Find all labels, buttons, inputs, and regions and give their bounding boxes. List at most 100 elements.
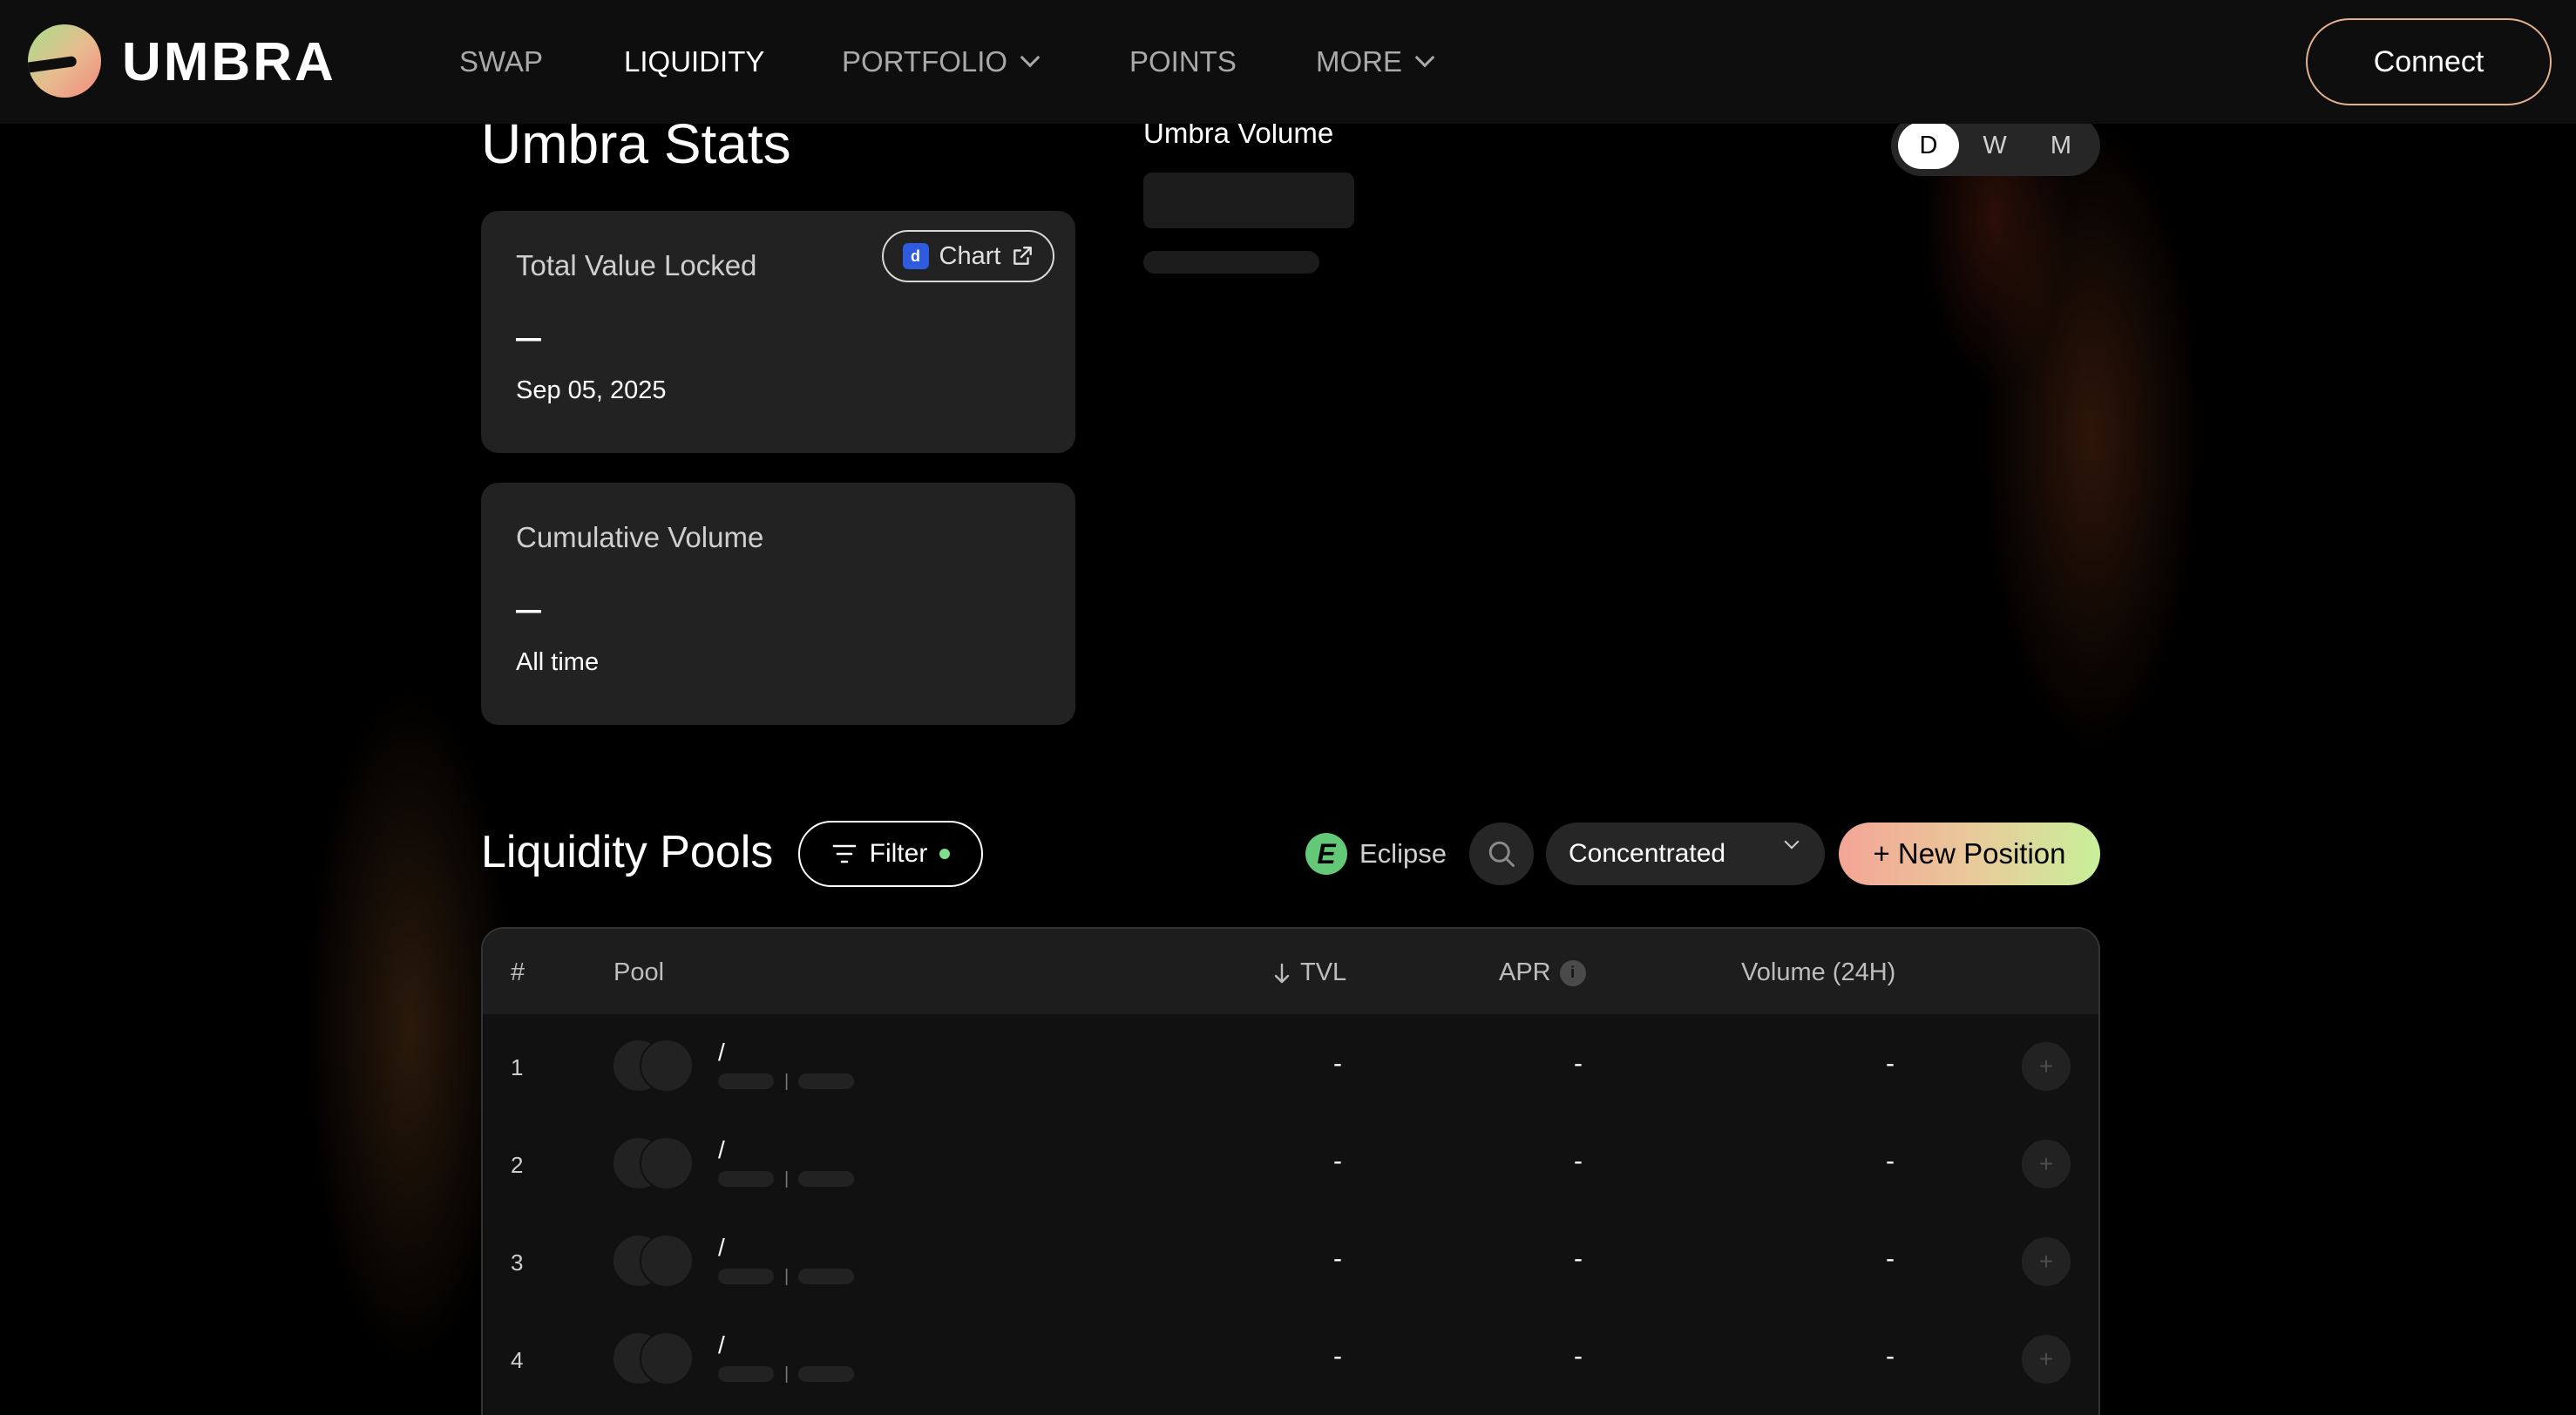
pool-tvl: - [1333,1049,1342,1078]
pool-tag-separator: | [784,1267,790,1286]
chevron-down-icon [1784,834,1800,850]
token-b-icon [640,1039,694,1093]
pool-volume: - [1886,1244,1895,1273]
pool-apr: - [1574,1049,1583,1078]
pool-tag-skeleton [718,1073,774,1089]
pool-tag-skeleton [718,1171,774,1187]
pool-tag-separator: | [784,1072,790,1091]
pool-tvl: - [1333,1147,1342,1175]
col-volume[interactable]: Volume (24H) [1741,958,1895,987]
eclipse-icon: E [1305,833,1347,875]
connect-button[interactable]: Connect [2306,18,2552,105]
plus-icon: + [2038,1345,2054,1372]
row-number: 1 [511,1054,524,1080]
nav-more-label: MORE [1316,45,1402,78]
network-selector[interactable]: E Eclipse [1305,826,1447,882]
pool-apr: - [1574,1147,1583,1175]
nav-points-label: POINTS [1129,45,1237,78]
col-tvl-label: TVL [1300,958,1347,986]
nav-swap[interactable]: SWAP [459,45,543,78]
pools-title: Liquidity Pools [481,827,774,877]
pool-tag-skeleton [798,1366,854,1382]
plus-icon: + [2038,1150,2054,1177]
col-apr-label: APR [1499,958,1551,986]
table-row[interactable]: 4 / | - - - + [483,1307,2098,1405]
col-num: # [511,958,525,986]
search-button[interactable] [1469,823,1534,885]
new-position-button[interactable]: + New Position [1839,823,2100,885]
col-tvl[interactable]: TVL [1272,958,1346,987]
pool-tvl: - [1333,1342,1342,1371]
nav-portfolio[interactable]: PORTFOLIO [842,45,1041,78]
chart-provider-icon: d [902,243,929,269]
pool-pair: / [718,1234,725,1261]
range-toggle: D W M [1891,115,2100,176]
pool-pair: / [718,1039,725,1066]
cumulative-volume-label: Cumulative Volume [516,521,764,553]
pool-type-select[interactable]: Concentrated [1546,823,1825,885]
pool-tvl: - [1333,1244,1342,1273]
pool-tag-skeleton [798,1073,854,1089]
pool-tag-skeleton [798,1269,854,1284]
pool-volume: - [1886,1049,1895,1078]
network-label: Eclipse [1359,838,1447,869]
pool-tag-separator: | [784,1364,790,1384]
external-link-icon [1013,247,1033,265]
pool-volume: - [1886,1342,1895,1371]
filter-button[interactable]: Filter [798,821,983,887]
pool-pair: / [718,1331,725,1358]
table-row[interactable]: 2 / | - - - + [483,1112,2098,1209]
row-number: 4 [511,1347,524,1373]
tvl-chart-button[interactable]: d Chart [882,230,1054,282]
tvl-card: Total Value Locked d Chart – Sep 05, 202… [481,211,1075,453]
tvl-value: – [516,311,541,362]
nav-liquidity[interactable]: LIQUIDITY [624,45,764,78]
token-b-icon [640,1136,694,1190]
pool-tag-separator: | [784,1169,790,1188]
arrow-down-icon [1274,963,1290,983]
cumulative-volume-card: Cumulative Volume – All time [481,483,1075,725]
pool-pair: / [718,1136,725,1163]
filter-label: Filter [869,839,928,868]
table-row[interactable]: 3 / | - - - + [483,1209,2098,1307]
plus-icon: + [2038,1053,2054,1080]
pool-tag-skeleton [718,1366,774,1382]
search-icon [1488,841,1515,867]
plus-icon: + [2038,1248,2054,1275]
row-number: 3 [511,1249,524,1276]
range-month[interactable]: M [2030,122,2091,169]
pool-tag-skeleton [798,1171,854,1187]
token-b-icon [640,1331,694,1385]
pools-table: # Pool TVL APR i Volume (24H) 1 / | - - … [481,927,2100,1415]
filter-active-dot [939,849,951,859]
pool-volume: - [1886,1147,1895,1175]
range-day[interactable]: D [1898,122,1959,169]
table-row[interactable]: 1 / | - - - + [483,1014,2098,1112]
chevron-down-icon [1414,47,1435,68]
filter-icon [832,844,856,863]
row-number: 2 [511,1152,524,1178]
pool-apr: - [1574,1342,1583,1371]
pool-tag-skeleton [718,1269,774,1284]
logo-icon[interactable] [28,24,101,98]
chart-button-label: Chart [939,241,1001,270]
cumulative-volume-period: All time [516,648,600,676]
range-week[interactable]: W [1964,122,2025,169]
col-apr[interactable]: APR i [1499,958,1586,987]
volume-date-skeleton [1143,251,1319,274]
info-icon[interactable]: i [1559,959,1586,986]
pool-apr: - [1574,1244,1583,1273]
pool-type-value: Concentrated [1569,839,1726,868]
add-liquidity-button[interactable]: + [2022,1335,2071,1384]
top-nav: UMBRA SWAP LIQUIDITY PORTFOLIO POINTS MO… [0,0,2576,124]
add-liquidity-button[interactable]: + [2022,1237,2071,1286]
brand-name[interactable]: UMBRA [122,31,336,93]
tvl-label: Total Value Locked [516,249,757,281]
add-liquidity-button[interactable]: + [2022,1042,2071,1091]
nav-points[interactable]: POINTS [1129,45,1237,78]
add-liquidity-button[interactable]: + [2022,1140,2071,1188]
col-pool: Pool [613,958,665,986]
tvl-date: Sep 05, 2025 [516,376,667,404]
nav-more[interactable]: MORE [1316,45,1435,78]
chevron-down-icon [1020,47,1041,68]
